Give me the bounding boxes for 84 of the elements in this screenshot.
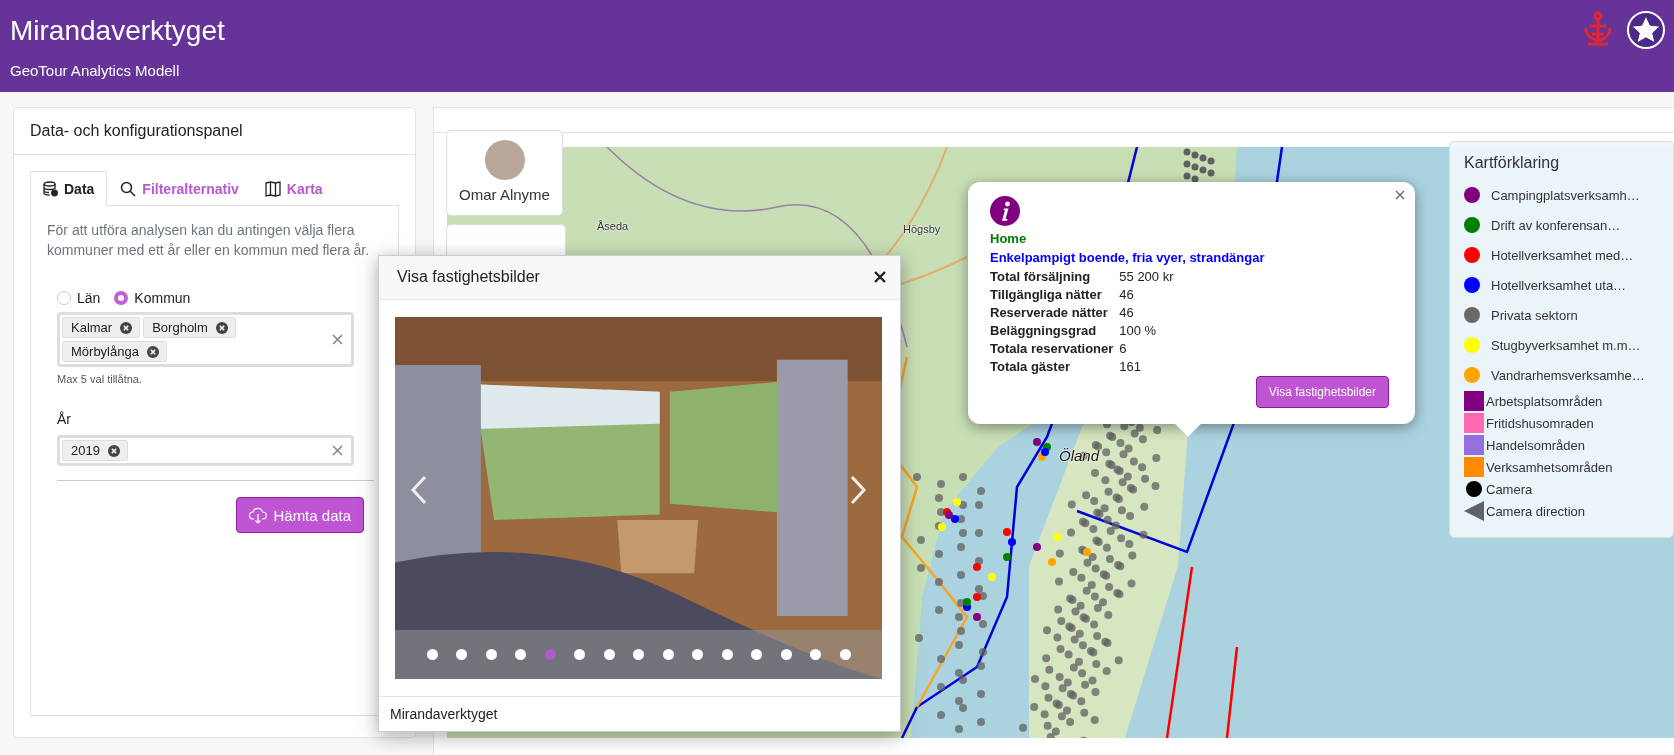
tab[interactable]: Data [30, 171, 108, 206]
avatar [484, 140, 525, 180]
radio-button[interactable] [57, 291, 71, 305]
tag-label: 2019 [71, 443, 100, 458]
legend-label: Arbetsplatsområden [1486, 393, 1603, 409]
show-images-button[interactable]: Visa fastighetsbilder [1255, 376, 1389, 408]
municipality-select[interactable]: Kalmar Borgholm Mörbylånga [57, 312, 354, 367]
carousel-indicator[interactable] [721, 648, 733, 660]
legend-label: Vandrarhemsverksamhe… [1491, 367, 1645, 383]
map-icon [264, 180, 281, 197]
property-label: Reserverade nätter [990, 305, 1109, 320]
legend-label: Camera direction [1486, 503, 1585, 519]
carousel-indicator[interactable] [839, 648, 851, 660]
property-value: 46 [1119, 287, 1135, 302]
legend-label: Hotellverksamhet med… [1491, 247, 1634, 263]
cloud-download-icon [249, 506, 268, 524]
tab[interactable]: Filteralternativ [107, 171, 252, 206]
carousel-indicator[interactable] [515, 648, 526, 660]
listing-title: Enkelpampigt boende, fria vyer, strandängar [990, 250, 1266, 265]
property-label: Total försäljning [990, 269, 1092, 284]
carousel-indicator[interactable] [574, 648, 585, 660]
intro-text: För att utföra analysen kan du antingen välja flera kommuner med ett år eller en kommun med flera år. [47, 221, 371, 260]
property-value: 55 200 kr [1119, 269, 1175, 284]
remove-icon[interactable] [146, 345, 159, 358]
info-icon [990, 196, 1020, 226]
property-label: Tillgängliga nätter [990, 287, 1103, 302]
property-label: Totala reservationer [990, 341, 1114, 356]
chevron-right-icon[interactable] [849, 474, 867, 505]
user-name: Omar Alnyme [459, 186, 550, 203]
database-icon [43, 180, 58, 197]
tag-label: Kalmar [71, 320, 113, 335]
hint-text: Max 5 val tillåtna. [57, 373, 143, 385]
legend-label: Campingplatsverksamh… [1491, 187, 1640, 203]
carousel-indicator[interactable] [426, 648, 438, 660]
carousel-indicator[interactable] [456, 648, 467, 660]
carousel-indicator[interactable] [780, 648, 792, 660]
legend-label: Stugbyverksamhet m.m… [1491, 337, 1641, 353]
property-value: 100 % [1119, 323, 1158, 338]
legend-label: Camera [1486, 481, 1533, 497]
close-icon[interactable] [874, 271, 886, 284]
radio-button[interactable] [114, 291, 129, 305]
year-select[interactable]: 2019 [57, 435, 354, 466]
property-value: 161 [1119, 359, 1142, 374]
legend-label: Fritidshusomraden [1486, 415, 1594, 431]
radio-label: Kommun [134, 290, 191, 306]
modal-footer-text: Mirandaverktyget [390, 705, 498, 722]
legend-title: Kartförklaring [1464, 154, 1561, 172]
place-label: Åseda [597, 220, 629, 232]
tab[interactable]: Karta [251, 171, 336, 206]
radio-label: Län [77, 290, 101, 306]
property-value: 46 [1119, 305, 1135, 320]
property-label: Beläggningsgrad [990, 323, 1098, 338]
app-title: Mirandaverktyget [10, 15, 225, 47]
legend-label: Drift av konferensan… [1491, 217, 1621, 233]
carousel-indicator[interactable] [633, 648, 644, 660]
place-label: Högsby [903, 223, 941, 235]
carousel-indicator[interactable] [751, 648, 762, 660]
property-label: Totala gäster [990, 359, 1071, 374]
field-label: År [57, 411, 72, 427]
carousel-indicator[interactable] [485, 648, 497, 660]
category-label: Home [990, 231, 1028, 246]
property-value: 6 [1119, 341, 1128, 356]
fetch-data-button[interactable]: Hämta data [236, 497, 364, 533]
carousel-indicator[interactable] [810, 648, 821, 660]
remove-icon[interactable] [107, 444, 120, 457]
place-label: Öland [1059, 447, 1100, 464]
chevron-left-icon[interactable] [410, 474, 428, 505]
legend-label: Privata sektorn [1491, 307, 1578, 323]
carousel-indicator[interactable] [603, 648, 615, 660]
tag-label: Mörbylånga [71, 344, 139, 359]
legend-label: Verksamhetsområden [1486, 459, 1613, 475]
clear-icon[interactable] [332, 334, 343, 345]
carousel-indicator[interactable] [692, 648, 703, 660]
tag-label: Borgholm [152, 320, 208, 335]
remove-icon[interactable] [120, 321, 133, 334]
search-icon [120, 180, 137, 197]
app-subtitle: GeoTour Analytics Modell [10, 62, 181, 79]
remove-icon[interactable] [215, 321, 228, 334]
clear-icon[interactable] [332, 445, 343, 456]
modal-title: Visa fastighetsbilder [397, 268, 540, 287]
panel-title: Data- och konfigurationspanel [30, 122, 243, 140]
carousel-indicator[interactable] [662, 648, 674, 660]
legend-label: Hotellverksamhet uta… [1491, 277, 1627, 293]
legend-label: Handelsområden [1486, 437, 1585, 453]
